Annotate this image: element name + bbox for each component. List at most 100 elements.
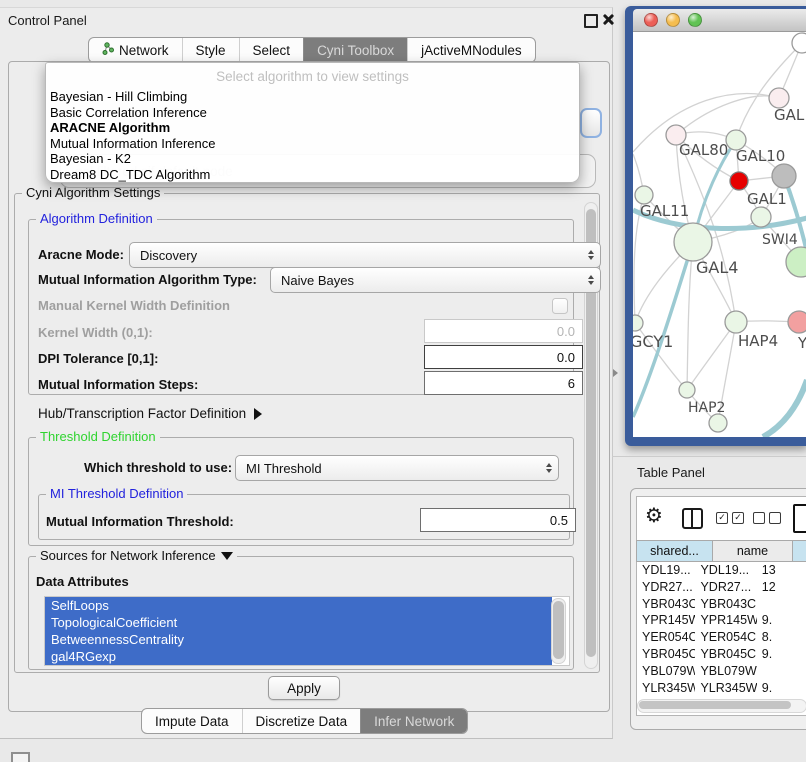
network-node-hap4[interactable]: [725, 311, 747, 333]
apply-button[interactable]: Apply: [268, 676, 340, 700]
tab-jactivemnodules[interactable]: jActiveMNodules: [407, 38, 535, 62]
table-row[interactable]: YER054CYER054C8.: [637, 629, 806, 646]
attribute-item-betweennesscentrality[interactable]: BetweennessCentrality: [45, 631, 552, 648]
threshold-definition-title: Threshold Definition: [36, 429, 160, 444]
table-row[interactable]: YDL19...YDL19...13: [637, 562, 806, 579]
algorithm-option-dream8-dc-tdc-algorithm[interactable]: Dream8 DC_TDC Algorithm: [46, 167, 579, 183]
attribute-item-gal4rgexp[interactable]: gal4RGexp: [45, 648, 552, 665]
mi-steps-label: Mutual Information Steps:: [38, 377, 198, 392]
network-node-y[interactable]: [788, 311, 806, 333]
network-node[interactable]: [792, 33, 806, 53]
table-panel-title: Table Panel: [637, 465, 705, 480]
node-label: GAL: [774, 106, 805, 124]
split-columns-icon[interactable]: [682, 508, 703, 529]
sources-group-title[interactable]: Sources for Network Inference: [36, 548, 237, 563]
network-node[interactable]: [772, 164, 796, 188]
table-row[interactable]: YBR043CYBR043C: [637, 596, 806, 613]
table-horizontal-scrollbar[interactable]: [637, 699, 806, 713]
node-label: GAL11: [640, 202, 689, 220]
algorithm-option-basic-correlation-inference[interactable]: Basic Correlation Inference: [46, 105, 579, 121]
table-row[interactable]: YDR27...YDR27...12: [637, 579, 806, 596]
panel-divider-handle[interactable]: [613, 369, 618, 377]
data-attributes-list: SelfLoopsTopologicalCoefficientBetweenne…: [44, 596, 570, 666]
table-row[interactable]: YBR045CYBR045C9.: [637, 646, 806, 663]
table-cell: 9.: [757, 646, 806, 663]
panel-title: Control Panel: [8, 13, 87, 28]
expanded-arrow-icon: [221, 552, 233, 560]
mi-threshold-field[interactable]: 0.5: [420, 508, 576, 532]
attribute-item-topologicalcoefficient[interactable]: TopologicalCoefficient: [45, 614, 552, 631]
network-node[interactable]: [709, 414, 727, 432]
gear-icon[interactable]: ⚙: [645, 503, 663, 527]
horizontal-divider: [612, 456, 806, 457]
tab-select[interactable]: Select: [239, 38, 304, 62]
tab-discretize-data[interactable]: Discretize Data: [242, 709, 361, 733]
tab-label: Select: [253, 43, 291, 58]
network-node-gal[interactable]: [769, 88, 789, 108]
table-cell: 9.: [757, 680, 806, 697]
table-row[interactable]: YIL052CYIL052C9.: [637, 696, 806, 698]
new-table-icon[interactable]: [793, 504, 806, 533]
which-threshold-combo[interactable]: MI Threshold: [235, 455, 559, 481]
table-row[interactable]: YLR345WYLR345W9.: [637, 680, 806, 697]
tab-impute-data[interactable]: Impute Data: [142, 709, 242, 733]
table-cell: [757, 596, 806, 613]
network-edge[interactable]: [687, 322, 736, 390]
network-node-swi4[interactable]: [751, 207, 771, 227]
tab-cyni-toolbox[interactable]: Cyni Toolbox: [303, 38, 407, 62]
node-label: GAL4: [696, 258, 738, 277]
mi-type-combo[interactable]: Naive Bayes: [270, 267, 601, 293]
minimize-traffic-light[interactable]: [666, 13, 680, 27]
attribute-item-selfloops[interactable]: SelfLoops: [45, 597, 552, 614]
hub-definition-label: Hub/Transcription Factor Definition: [38, 406, 246, 421]
table-cell: YBL079W: [637, 663, 695, 680]
select-all-columns-icon[interactable]: ✓ ✓: [716, 512, 744, 524]
tab-label: Cyni Toolbox: [317, 43, 394, 58]
network-edge-highlighted[interactable]: [763, 380, 806, 437]
mi-threshold-label: Mutual Information Threshold:: [46, 514, 234, 529]
network-node-hap2[interactable]: [679, 382, 695, 398]
aracne-mode-label: Aracne Mode:: [38, 247, 124, 262]
network-node-gal1[interactable]: [730, 172, 748, 190]
column-header-shared[interactable]: shared...: [636, 540, 713, 562]
network-window-titlebar[interactable]: [633, 9, 806, 32]
zoom-traffic-light[interactable]: [688, 13, 702, 27]
close-traffic-light[interactable]: [644, 13, 658, 27]
table-scrollbar-thumb[interactable]: [639, 701, 791, 709]
control-panel: Control Panel NetworkStyle Select Cyni Too…: [0, 7, 613, 739]
tab-network[interactable]: Network: [89, 38, 182, 62]
dpi-tolerance-field[interactable]: 0.0: [424, 345, 583, 369]
attribute-list-scrollbar-thumb[interactable]: [553, 601, 564, 659]
tab-infer-network[interactable]: Infer Network: [360, 709, 467, 733]
node-label: GAL10: [736, 147, 785, 165]
network-edge[interactable]: [676, 96, 779, 135]
network-node-gcy1[interactable]: [633, 315, 643, 331]
algorithm-option-mutual-information-inference[interactable]: Mutual Information Inference: [46, 136, 579, 152]
algorithm-option-bayesian-hill-climbing[interactable]: Bayesian - Hill Climbing: [46, 89, 579, 105]
algorithm-option-bayesian-k2[interactable]: Bayesian - K2: [46, 151, 579, 167]
kernel-width-field: 0.0: [424, 319, 583, 343]
hub-definition-header[interactable]: Hub/Transcription Factor Definition: [38, 406, 262, 421]
network-node[interactable]: [786, 247, 806, 277]
network-node-gal4[interactable]: [674, 223, 712, 261]
minimized-panel-icon[interactable]: [11, 752, 30, 762]
float-window-icon[interactable]: [584, 14, 598, 28]
column-header-hidden[interactable]: [792, 540, 806, 562]
table-row[interactable]: YPR145WYPR145W9.: [637, 612, 806, 629]
manual-kernel-checkbox: [552, 298, 568, 314]
focused-button[interactable]: [580, 108, 602, 138]
table-cell: 8.: [757, 629, 806, 646]
aracne-mode-combo[interactable]: Discovery: [129, 242, 601, 268]
table-row[interactable]: YBL079WYBL079W: [637, 663, 806, 680]
attribute-list-scrollbar[interactable]: [551, 598, 566, 664]
network-edge[interactable]: [736, 43, 802, 140]
close-icon[interactable]: [601, 12, 615, 26]
mi-steps-field[interactable]: 6: [424, 371, 583, 395]
tab-style[interactable]: Style: [182, 38, 239, 62]
network-canvas[interactable]: GALGAL80GAL10GAL1GAL11SWI4GAL4GCY1HAP4YH…: [633, 32, 806, 437]
algorithm-option-aracne-algorithm[interactable]: ARACNE Algorithm: [46, 120, 579, 136]
deselect-all-columns-icon[interactable]: [753, 512, 781, 524]
column-header-name[interactable]: name: [712, 540, 793, 562]
table-cell: 9.: [757, 612, 806, 629]
table-cell: YBR043C: [637, 596, 695, 613]
